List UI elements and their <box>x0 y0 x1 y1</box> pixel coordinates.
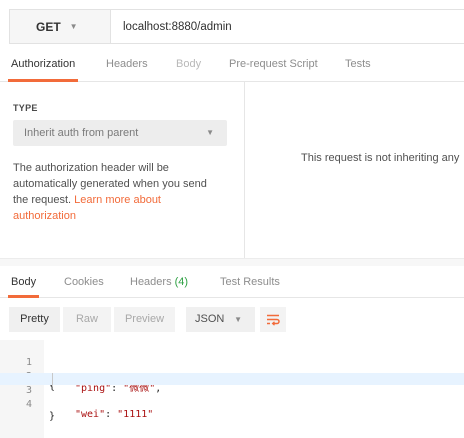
request-box: GET ▼ localhost:8880/admin <box>9 9 464 44</box>
json-colon: : <box>105 409 118 420</box>
chevron-down-icon: ▼ <box>234 315 242 324</box>
url-text: localhost:8880/admin <box>123 20 232 33</box>
code-line: 1 ▾ { <box>0 345 464 392</box>
learn-more-link[interactable]: Learn more about <box>74 194 161 206</box>
request-tabs: Authorization Headers Body Pre-request S… <box>0 48 464 82</box>
wrap-lines-icon <box>267 314 280 326</box>
tab-response-body[interactable]: Body <box>7 266 40 298</box>
response-headers-label: Headers <box>130 276 172 288</box>
method-label: GET <box>36 19 61 34</box>
auth-type-select[interactable]: Inherit auth from parent ▼ <box>13 120 227 146</box>
auth-description: The authorization header will be automat… <box>13 160 228 224</box>
chevron-down-icon: ▼ <box>69 22 78 31</box>
tab-headers[interactable]: Headers <box>106 48 148 82</box>
format-toolbar: Pretty Raw Preview JSON ▼ <box>0 298 464 340</box>
response-body-editor[interactable]: 1 ▾ { 2 "ping": "微微", 3 "wei": "1111" 4 … <box>0 340 464 438</box>
code-text: "wei": "1111" <box>75 409 153 421</box>
auth-desc-line3: the request. <box>13 194 75 206</box>
tab-test-results[interactable]: Test Results <box>220 266 280 298</box>
learn-more-link-cont[interactable]: authorization <box>13 210 76 222</box>
line-number: 4 <box>25 399 32 410</box>
auth-desc-line2: automatically generated when you send <box>13 178 207 190</box>
language-select[interactable]: JSON ▼ <box>186 307 255 332</box>
code-text: } <box>49 411 56 422</box>
auth-desc-line1: The authorization header will be <box>13 162 169 174</box>
preview-button[interactable]: Preview <box>114 307 175 332</box>
code-line-highlighted: 3 "wei": "1111" <box>0 373 464 420</box>
authorization-panel: TYPE Inherit auth from parent ▼ The auth… <box>0 82 464 258</box>
response-tabs: Body Cookies Headers (4) Test Results <box>0 266 464 298</box>
chevron-down-icon: ▼ <box>206 128 214 137</box>
json-key: "wei" <box>75 409 106 420</box>
code-line: 4 } <box>0 387 464 422</box>
tab-tests[interactable]: Tests <box>345 48 371 82</box>
tab-response-headers[interactable]: Headers (4) <box>130 266 188 298</box>
type-label: TYPE <box>13 103 38 113</box>
headers-count-badge: (4) <box>174 276 189 288</box>
code-line: 2 "ping": "微微", <box>0 359 464 394</box>
language-value: JSON <box>195 313 225 325</box>
request-bar: GET ▼ localhost:8880/admin <box>0 0 464 44</box>
raw-button[interactable]: Raw <box>63 307 111 332</box>
tab-cookies[interactable]: Cookies <box>64 266 104 298</box>
auth-type-value: Inherit auth from parent <box>24 127 139 139</box>
method-select[interactable]: GET ▼ <box>10 10 111 43</box>
auth-settings: TYPE Inherit auth from parent ▼ The auth… <box>0 82 245 258</box>
auth-inherit-message: This request is not inheriting any <box>301 152 460 164</box>
url-input[interactable]: localhost:8880/admin <box>111 10 464 43</box>
pane-divider[interactable] <box>0 258 464 266</box>
tab-prerequest-script[interactable]: Pre-request Script <box>229 48 318 82</box>
wrap-lines-button[interactable] <box>260 307 286 332</box>
tab-authorization[interactable]: Authorization <box>7 48 79 82</box>
json-value: "1111" <box>117 409 154 420</box>
pretty-button[interactable]: Pretty <box>9 307 60 332</box>
tab-body[interactable]: Body <box>176 48 201 82</box>
indent-guide <box>52 373 53 385</box>
